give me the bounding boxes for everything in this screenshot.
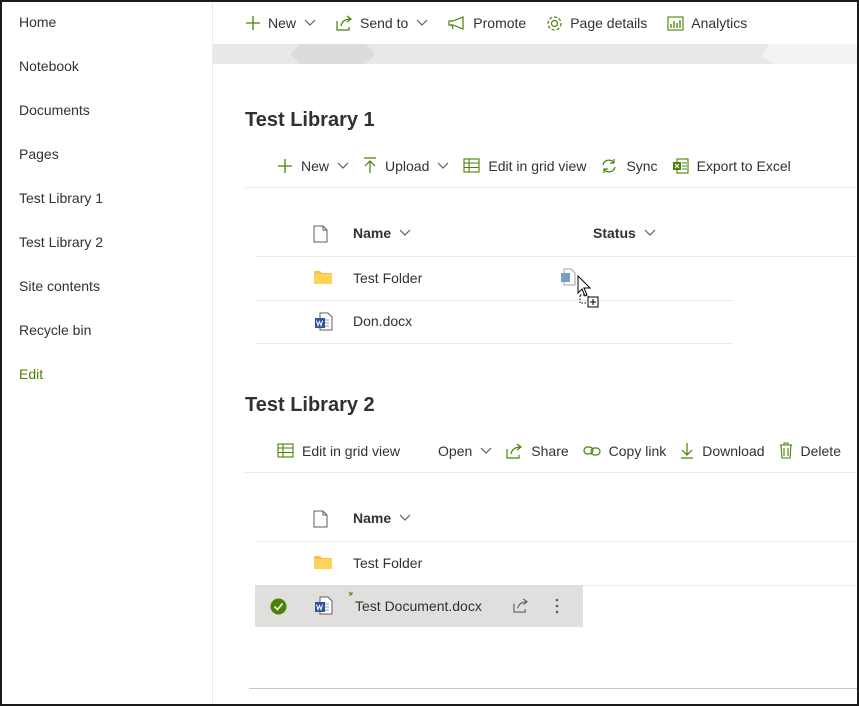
grid-icon [463, 158, 480, 173]
plus-icon [278, 158, 292, 173]
bar-chart-icon [667, 15, 684, 31]
nav-item-home[interactable]: Home [19, 14, 56, 30]
send-to-label: Send to [360, 15, 409, 31]
nav-item-notebook[interactable]: Notebook [19, 58, 79, 74]
left-navigation: Home Notebook Documents Pages Test Libra… [2, 2, 213, 704]
page-command-bar: New Send to Promote Page details Analyti… [213, 2, 857, 44]
edit-grid-label: Edit in grid view [302, 442, 401, 459]
upload-label: Upload [385, 157, 430, 174]
folder-icon [314, 271, 332, 284]
chevron-down-icon [399, 514, 411, 521]
word-icon [315, 596, 333, 615]
table-row[interactable]: Test Folder [255, 257, 733, 301]
word-icon [315, 312, 333, 331]
library-2-edit-grid-button[interactable]: Edit in grid view [277, 443, 400, 459]
page-details-button[interactable]: Page details [546, 15, 647, 32]
row-name[interactable]: Test Folder [353, 270, 422, 286]
status-header-label: Status [593, 225, 636, 241]
checkmark-circle-icon[interactable] [270, 598, 287, 615]
upload-icon [364, 157, 377, 173]
new-label: New [301, 157, 330, 174]
open-label: Open [438, 442, 473, 459]
selected-table-row[interactable]: Test Document.docx [255, 585, 583, 627]
gear-icon [547, 15, 562, 31]
library-1-export-excel-button[interactable]: Export to Excel [672, 158, 791, 174]
library-1-new-button[interactable]: New [277, 158, 349, 174]
library-1-title: Test Library 1 [245, 109, 375, 131]
name-column-header[interactable]: Name [353, 225, 411, 241]
library-2-share-button[interactable]: Share [506, 442, 569, 459]
chevron-down-icon [416, 19, 428, 26]
chevron-down-icon [304, 19, 316, 26]
row-name[interactable]: Don.docx [353, 313, 412, 329]
file-type-header-icon[interactable] [313, 225, 328, 243]
page-details-label: Page details [570, 15, 648, 31]
library-2-toolbar: Edit in grid view Open Share Copy link D… [245, 429, 857, 473]
library-2-copy-link-button[interactable]: Copy link [583, 442, 667, 459]
library-2-open-button[interactable]: Open [438, 443, 492, 459]
export-excel-label: Export to Excel [696, 157, 791, 174]
section-divider [249, 688, 857, 689]
copy-link-label: Copy link [608, 442, 667, 459]
promote-button[interactable]: Promote [448, 15, 526, 31]
download-label: Download [702, 442, 765, 459]
name-header-label: Name [353, 510, 392, 526]
grid-icon [277, 443, 294, 458]
send-to-button[interactable]: Send to [336, 15, 428, 31]
row-name[interactable]: Test Document.docx [355, 598, 482, 614]
table-row[interactable]: Don.docx [255, 300, 733, 344]
chevron-down-icon [437, 162, 449, 169]
nav-item-pages[interactable]: Pages [19, 146, 59, 162]
edit-grid-label: Edit in grid view [488, 157, 587, 174]
library-1-sync-button[interactable]: Sync [600, 157, 658, 174]
chevron-down-icon [480, 447, 492, 454]
row-name[interactable]: Test Folder [353, 555, 422, 571]
library-2-download-button[interactable]: Download [680, 442, 765, 459]
library-1-upload-button[interactable]: Upload [363, 157, 449, 174]
nav-edit-link[interactable]: Edit [19, 366, 43, 382]
name-column-header[interactable]: Name [353, 510, 411, 526]
sync-label: Sync [626, 157, 658, 174]
nav-item-recycle-bin[interactable]: Recycle bin [19, 322, 91, 338]
sync-icon [602, 158, 617, 173]
chevron-down-icon [644, 229, 656, 236]
drag-cursor-icon [577, 275, 599, 308]
name-header-label: Name [353, 225, 392, 241]
share-icon [506, 443, 523, 459]
share-icon [336, 15, 353, 31]
new-label: New [268, 15, 297, 31]
page-banner-image [213, 44, 857, 64]
share-icon[interactable] [513, 598, 529, 613]
library-2-title: Test Library 2 [245, 394, 375, 416]
drag-word-file-ghost-icon [561, 268, 576, 286]
app-window: Home Notebook Documents Pages Test Libra… [0, 0, 859, 706]
table-row[interactable]: Test Folder [255, 542, 857, 586]
status-column-header[interactable]: Status [593, 225, 656, 241]
delete-label: Delete [800, 442, 841, 459]
chevron-down-icon [337, 162, 349, 169]
more-actions-icon[interactable] [554, 598, 560, 614]
share-label: Share [531, 442, 569, 459]
megaphone-icon [448, 16, 464, 30]
new-page-button[interactable]: New [245, 15, 316, 31]
file-type-header-icon[interactable] [313, 510, 328, 528]
nav-item-test-library-1[interactable]: Test Library 1 [19, 190, 103, 206]
excel-icon [672, 157, 689, 174]
library-1-toolbar: New Upload Edit in grid view Sync Export… [245, 144, 857, 188]
download-icon [681, 443, 694, 459]
trash-icon [779, 442, 792, 459]
analytics-label: Analytics [691, 15, 748, 31]
folder-icon [314, 556, 332, 569]
nav-item-documents[interactable]: Documents [19, 102, 90, 118]
promote-label: Promote [473, 15, 527, 31]
nav-item-test-library-2[interactable]: Test Library 2 [19, 234, 103, 250]
analytics-button[interactable]: Analytics [667, 15, 747, 31]
nav-item-site-contents[interactable]: Site contents [19, 278, 100, 294]
plus-icon [246, 16, 260, 30]
link-icon [583, 445, 601, 456]
chevron-down-icon [399, 229, 411, 236]
library-2-delete-button[interactable]: Delete [779, 442, 841, 459]
library-1-edit-grid-button[interactable]: Edit in grid view [463, 158, 586, 174]
